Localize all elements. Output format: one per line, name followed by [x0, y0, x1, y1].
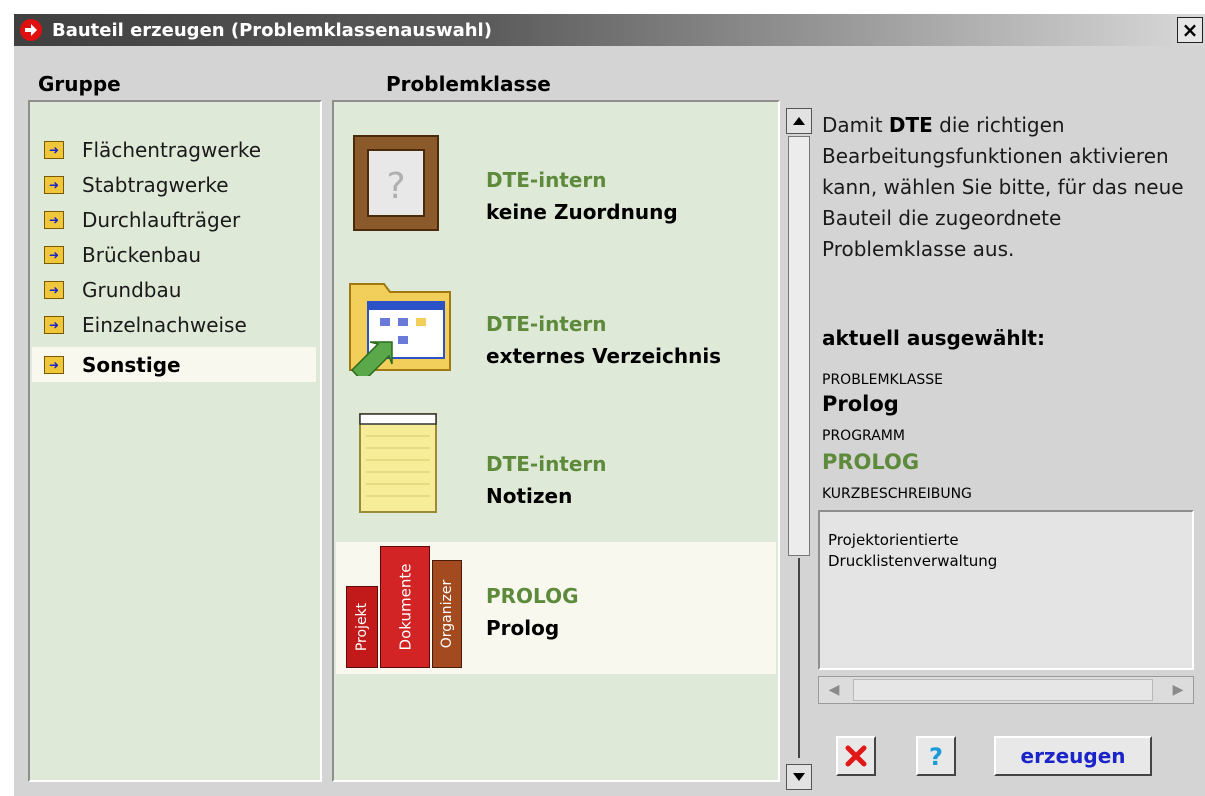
program-value: PROLOG [822, 450, 920, 474]
problemclass-list: ? DTE-intern keine Zuordnung DTE-intern … [332, 100, 780, 782]
folder-icon: ➜ [44, 175, 64, 194]
arrow-up-icon [793, 117, 805, 125]
problemclass-item-notizen[interactable]: DTE-intern Notizen [336, 402, 776, 534]
group-item-label: Stabtragwerke [82, 172, 229, 197]
group-item-sonstige[interactable]: ➜ Sonstige [32, 347, 316, 382]
problemclass-name: externes Verzeichnis [486, 344, 722, 368]
group-list: ➜ Flächentragwerke ➜ Stabtragwerke ➜ Dur… [28, 100, 322, 782]
scroll-right-button[interactable]: ▶ [1163, 677, 1193, 703]
description-box[interactable]: Projektorientierte Drucklistenverwaltung [818, 510, 1194, 670]
create-button-label: erzeugen [1020, 744, 1126, 768]
description-label: KURZBESCHREIBUNG [822, 486, 972, 502]
problemclass-scrollbar[interactable] [786, 108, 812, 790]
help-button[interactable]: ? [916, 736, 956, 776]
description-line-1: Projektorientierte [828, 531, 959, 549]
problemclass-item-prolog[interactable]: Projekt Dokumente Organizer PROLOG Prolo… [336, 542, 776, 674]
problemclass-label: PROBLEMKLASSE [822, 372, 944, 388]
notepad-icon [359, 413, 437, 513]
group-item-label: Einzelnachweise [82, 312, 247, 337]
cancel-x-icon [845, 745, 867, 767]
hscroll-thumb[interactable] [853, 679, 1153, 701]
description-hscrollbar[interactable]: ◀ ▶ [818, 676, 1194, 704]
scroll-up-button[interactable] [786, 108, 812, 134]
arrow-down-icon [793, 773, 805, 781]
group-item-label: Sonstige [82, 352, 181, 377]
folder-icon: ➜ [44, 140, 64, 159]
scroll-thumb[interactable] [788, 136, 810, 556]
group-item-einzelnachweise[interactable]: ➜ Einzelnachweise [32, 307, 316, 342]
problemclass-column-header: Problemklasse [386, 72, 551, 96]
group-item-label: Grundbau [82, 277, 182, 302]
folder-icon: ➜ [44, 355, 64, 374]
cancel-button[interactable] [836, 736, 876, 776]
folder-icon: ➜ [44, 315, 64, 334]
group-item-label: Durchlaufträger [82, 207, 241, 232]
folder-icon: ➜ [44, 280, 64, 299]
binders-icon: Projekt Dokumente Organizer [346, 546, 470, 670]
help-question-icon: ? [929, 743, 943, 770]
svg-text:?: ? [386, 166, 405, 207]
title-arrow-icon [20, 19, 42, 41]
group-column-header: Gruppe [38, 72, 121, 96]
window-title: Bauteil erzeugen (Problemklassenauswahl) [52, 19, 492, 41]
group-item-grundbau[interactable]: ➜ Grundbau [32, 272, 316, 307]
problemclass-name: Prolog [486, 616, 560, 640]
problemclass-item-keine-zuordnung[interactable]: ? DTE-intern keine Zuordnung [336, 120, 776, 252]
info-text: Damit DTE die richtigen Bearbeitungsfunk… [822, 113, 1184, 261]
group-item-durchlauftraeger[interactable]: ➜ Durchlaufträger [32, 202, 316, 237]
problemclass-program: DTE-intern [486, 168, 607, 192]
group-item-label: Brückenbau [82, 242, 202, 267]
scroll-track [798, 558, 800, 758]
folder-icon: ➜ [44, 210, 64, 229]
current-selection-heading: aktuell ausgewählt: [822, 326, 1045, 350]
group-item-flaechentragwerke[interactable]: ➜ Flächentragwerke [32, 132, 316, 167]
title-bar[interactable]: Bauteil erzeugen (Problemklassenauswahl)… [14, 14, 1205, 46]
problemclass-program: PROLOG [486, 584, 579, 608]
problemclass-item-externes-verzeichnis[interactable]: DTE-intern externes Verzeichnis [336, 262, 776, 394]
dialog-window: Bauteil erzeugen (Problemklassenauswahl)… [14, 14, 1205, 796]
scroll-down-button[interactable] [786, 764, 812, 790]
binder-dokumente: Dokumente [380, 546, 430, 668]
group-item-stabtragwerke[interactable]: ➜ Stabtragwerke [32, 167, 316, 202]
binder-projekt: Projekt [346, 586, 378, 668]
program-label: PROGRAMM [822, 428, 905, 444]
close-button[interactable]: × [1177, 17, 1203, 43]
binder-organizer: Organizer [432, 560, 462, 668]
scroll-left-button[interactable]: ◀ [819, 677, 849, 703]
folder-shortcut-icon [349, 283, 451, 376]
description-line-2: Drucklistenverwaltung [828, 552, 998, 570]
svg-text:?: ? [929, 743, 943, 770]
problemclass-program: DTE-intern [486, 452, 607, 476]
problemclass-program: DTE-intern [486, 312, 607, 336]
problemclass-name: Notizen [486, 484, 573, 508]
create-button[interactable]: erzeugen [994, 736, 1152, 776]
question-frame-icon: ? [353, 135, 439, 231]
group-item-brueckenbau[interactable]: ➜ Brückenbau [32, 237, 316, 272]
group-item-label: Flächentragwerke [82, 137, 262, 162]
folder-icon: ➜ [44, 245, 64, 264]
problemclass-value: Prolog [822, 392, 899, 416]
problemclass-name: keine Zuordnung [486, 200, 678, 224]
